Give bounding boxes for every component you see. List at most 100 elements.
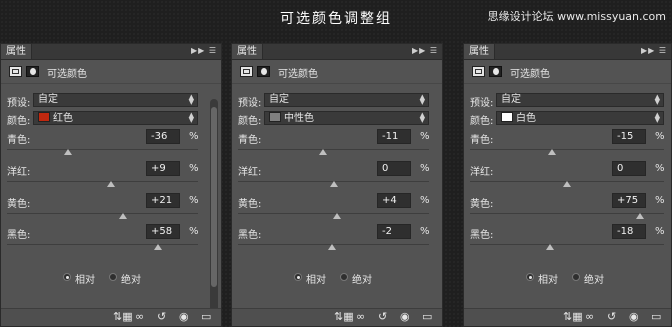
- slider-value-field[interactable]: -36: [146, 129, 180, 144]
- radio-absolute-label: 绝对: [352, 275, 372, 286]
- slider-thumb[interactable]: [563, 181, 571, 187]
- slider-thumb[interactable]: [153, 244, 162, 250]
- percent-unit: %: [655, 163, 665, 174]
- visibility-icon[interactable]: ◉: [179, 311, 189, 323]
- slider-value-field[interactable]: -18: [612, 224, 646, 239]
- slider-thumb[interactable]: [545, 244, 554, 250]
- adjustment-layer-icon[interactable]: [9, 66, 22, 77]
- slider-value-field[interactable]: +4: [377, 193, 411, 208]
- properties-panel-white: 属性 ▶▶ ☰ 可选颜色 预设: 自定 ▲ ▼ 颜色: 白色 ▲ ▼ 青色: -15% 洋红: 0% 黄色: +…: [463, 43, 672, 327]
- radio-relative[interactable]: [526, 273, 534, 281]
- slider-value-field[interactable]: +21: [146, 193, 180, 208]
- radio-relative[interactable]: [63, 273, 71, 281]
- delete-icon[interactable]: ▭: [201, 311, 211, 323]
- adjustment-title: 可选颜色: [510, 69, 550, 80]
- radio-relative-label: 相对: [75, 275, 95, 286]
- preset-value: 自定: [501, 94, 521, 105]
- slider-track[interactable]: [7, 149, 198, 150]
- panel-menu-icon[interactable]: ▶▶ ☰: [412, 46, 438, 55]
- radio-absolute[interactable]: [109, 273, 117, 281]
- color-value: 白色: [516, 113, 536, 124]
- slider-track[interactable]: [238, 149, 429, 150]
- slider-value-field[interactable]: +9: [146, 161, 180, 176]
- slider-label: 洋红:: [470, 167, 494, 178]
- visibility-icon[interactable]: ◉: [629, 311, 639, 323]
- layer-mask-icon[interactable]: [489, 66, 502, 77]
- clip-to-layer-icon[interactable]: ⇅▦: [563, 311, 583, 323]
- slider-track[interactable]: [470, 149, 664, 150]
- percent-unit: %: [655, 195, 665, 206]
- select-arrows-icon: ▲ ▼: [419, 93, 425, 106]
- slider-track[interactable]: [7, 213, 198, 214]
- radio-absolute[interactable]: [340, 273, 348, 281]
- tab-properties[interactable]: 属性: [232, 44, 263, 59]
- percent-unit: %: [655, 131, 665, 142]
- clip-to-layer-icon[interactable]: ⇅▦: [334, 311, 354, 323]
- delete-icon[interactable]: ▭: [422, 311, 432, 323]
- slider-thumb[interactable]: [329, 181, 338, 187]
- tab-properties[interactable]: 属性: [464, 44, 495, 59]
- view-previous-icon[interactable]: ∞: [585, 311, 594, 323]
- percent-unit: %: [420, 163, 430, 174]
- radio-absolute-label: 绝对: [584, 275, 604, 286]
- slider-value-field[interactable]: -2: [377, 224, 411, 239]
- preset-select[interactable]: 自定 ▲ ▼: [496, 93, 664, 107]
- layer-mask-icon[interactable]: [257, 66, 270, 77]
- panel-tabbar: 属性 ▶▶ ☰: [464, 44, 671, 60]
- percent-unit: %: [189, 131, 199, 142]
- watermark: 思缘设计论坛 www.missyuan.com: [487, 10, 666, 23]
- layer-mask-icon[interactable]: [26, 66, 39, 77]
- preset-select[interactable]: 自定 ▲ ▼: [264, 93, 429, 107]
- reset-icon[interactable]: ↺: [378, 311, 387, 323]
- slider-value-field[interactable]: 0: [612, 161, 646, 176]
- slider-label: 黑色:: [238, 230, 262, 241]
- select-arrows-icon: ▲ ▼: [419, 111, 425, 124]
- slider-value-field[interactable]: +58: [146, 224, 180, 239]
- slider-value-field[interactable]: 0: [377, 161, 411, 176]
- slider-track[interactable]: [7, 244, 198, 245]
- slider-thumb[interactable]: [118, 213, 127, 219]
- adjustment-layer-icon[interactable]: [472, 66, 485, 77]
- slider-value-field[interactable]: -15: [612, 129, 646, 144]
- slider-label: 青色:: [7, 135, 31, 146]
- radio-relative-label: 相对: [306, 275, 326, 286]
- reset-icon[interactable]: ↺: [607, 311, 616, 323]
- slider-thumb[interactable]: [318, 149, 327, 155]
- percent-unit: %: [655, 226, 665, 237]
- percent-unit: %: [189, 226, 199, 237]
- slider-thumb[interactable]: [327, 244, 336, 250]
- view-previous-icon[interactable]: ∞: [135, 311, 144, 323]
- slider-thumb[interactable]: [548, 149, 557, 155]
- slider-thumb[interactable]: [64, 149, 73, 155]
- slider-track[interactable]: [7, 181, 198, 182]
- reset-icon[interactable]: ↺: [157, 311, 166, 323]
- color-select[interactable]: 白色 ▲ ▼: [496, 111, 664, 125]
- delete-icon[interactable]: ▭: [651, 311, 661, 323]
- properties-panel-red: 属性 ▶▶ ☰ 可选颜色 预设: 自定 ▲ ▼ 颜色: 红色 ▲ ▼ 青色: -36% 洋红: +9% 黄色:…: [0, 43, 222, 327]
- slider-thumb[interactable]: [107, 181, 116, 187]
- slider-thumb[interactable]: [333, 213, 342, 219]
- view-previous-icon[interactable]: ∞: [356, 311, 365, 323]
- color-select[interactable]: 中性色 ▲ ▼: [264, 111, 429, 125]
- preset-label: 预设:: [7, 98, 31, 109]
- slider-thumb[interactable]: [635, 213, 644, 219]
- color-swatch: [269, 112, 281, 122]
- panel-menu-icon[interactable]: ▶▶ ☰: [641, 46, 667, 55]
- visibility-icon[interactable]: ◉: [400, 311, 410, 323]
- slider-label: 黑色:: [470, 230, 494, 241]
- adjustment-layer-icon[interactable]: [240, 66, 253, 77]
- panel-menu-icon[interactable]: ▶▶ ☰: [191, 46, 217, 55]
- slider-value-field[interactable]: -11: [377, 129, 411, 144]
- preset-select[interactable]: 自定 ▲ ▼: [33, 93, 198, 107]
- scrollbar[interactable]: [210, 99, 218, 314]
- tab-properties[interactable]: 属性: [1, 44, 32, 59]
- color-select[interactable]: 红色 ▲ ▼: [33, 111, 198, 125]
- slider-track[interactable]: [470, 244, 664, 245]
- adjustment-title: 可选颜色: [47, 69, 87, 80]
- radio-relative[interactable]: [294, 273, 302, 281]
- clip-to-layer-icon[interactable]: ⇅▦: [113, 311, 133, 323]
- radio-absolute[interactable]: [572, 273, 580, 281]
- scrollbar-thumb[interactable]: [211, 107, 217, 287]
- radio-absolute-label: 绝对: [121, 275, 141, 286]
- slider-value-field[interactable]: +75: [612, 193, 646, 208]
